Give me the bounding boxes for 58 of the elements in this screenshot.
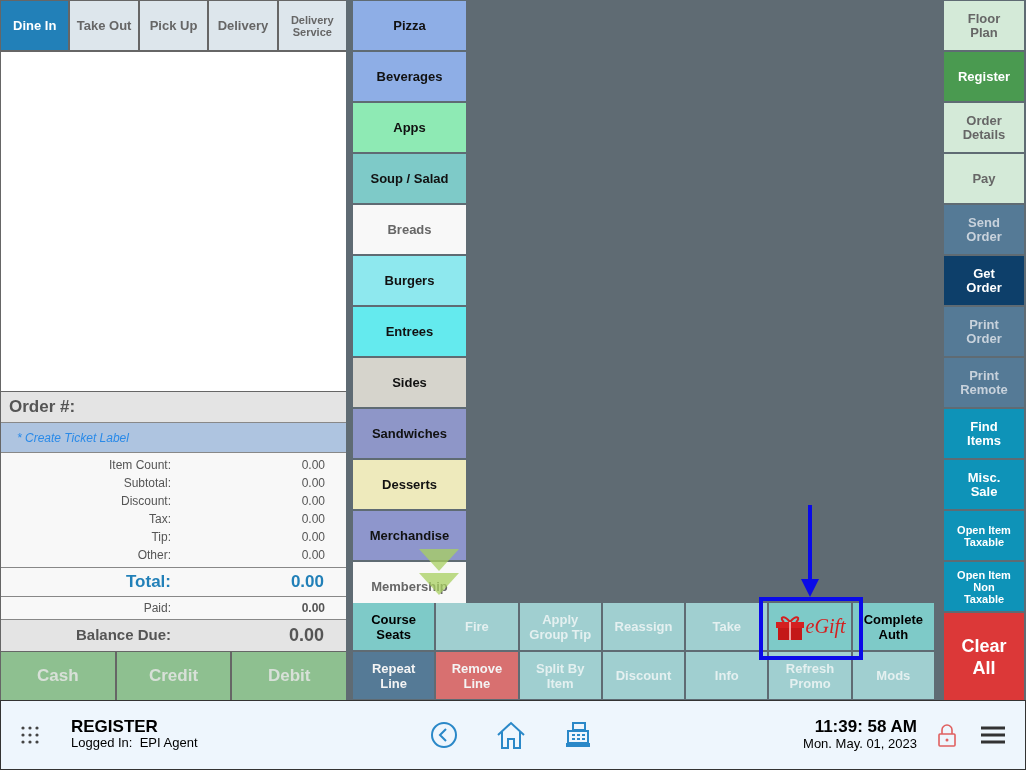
menu-icon[interactable] — [981, 726, 1005, 744]
cash-register-icon[interactable] — [563, 721, 592, 749]
summary-value: 0.00 — [300, 457, 325, 474]
side-button[interactable]: Get Order — [944, 256, 1024, 305]
category-button[interactable]: Breads — [353, 205, 466, 254]
clock-time: 11:39: 58 AM — [814, 718, 917, 735]
category-button[interactable]: Merchandise — [353, 511, 466, 560]
current-date: Mon. May. 01, 2023 — [803, 735, 917, 752]
side-button[interactable]: Misc. Sale — [944, 460, 1024, 509]
summary-value: 0.00 — [300, 475, 325, 492]
order-type-tab[interactable]: Delivery Service — [278, 1, 347, 50]
total-label: Total: — [125, 571, 171, 594]
home-icon[interactable] — [495, 721, 526, 749]
balance-due-label: Balance Due: — [74, 625, 171, 646]
action-button[interactable]: Course Seats — [353, 603, 435, 650]
summary-label: Tip: — [150, 529, 171, 546]
paid-value: 0.00 — [300, 600, 325, 617]
side-button[interactable]: Find Items — [944, 409, 1024, 458]
order-type-tab[interactable]: Pick Up — [139, 1, 208, 50]
category-button[interactable]: Desserts — [353, 460, 466, 509]
summary-value: 0.00 — [300, 511, 325, 528]
category-button[interactable]: Sides — [353, 358, 466, 407]
order-type-tab[interactable]: Delivery — [209, 1, 277, 50]
paid-label: Paid: — [142, 600, 171, 617]
summary-label: Item Count: — [107, 457, 171, 474]
side-button[interactable]: Open Item Non Taxable — [944, 562, 1024, 611]
order-number-label: Order #: — [9, 396, 76, 419]
summary-label: Discount: — [119, 493, 171, 510]
action-button[interactable]: Complete Auth — [852, 603, 934, 650]
screen-title: REGISTER — [71, 719, 159, 735]
side-button[interactable]: Clear All — [944, 613, 1024, 700]
back-icon[interactable] — [429, 721, 458, 749]
order-type-tab[interactable]: Take Out — [70, 1, 138, 50]
category-button[interactable]: Entrees — [353, 307, 466, 356]
category-button[interactable]: Soup / Salad — [353, 154, 466, 203]
summary-label: Other: — [136, 547, 171, 564]
category-button[interactable]: Apps — [353, 103, 466, 152]
order-type-tab[interactable]: Dine In — [1, 1, 69, 50]
logged-in-user: Logged In: EPI Agent — [71, 735, 198, 751]
summary-value: 0.00 — [300, 547, 325, 564]
apps-grid-icon[interactable] — [21, 726, 39, 744]
summary-value: 0.00 — [300, 493, 325, 510]
total-value: 0.00 — [289, 571, 324, 594]
summary-value: 0.00 — [300, 529, 325, 546]
category-button[interactable]: Beverages — [353, 52, 466, 101]
side-button[interactable]: Register — [944, 52, 1024, 101]
summary-label: Subtotal: — [122, 475, 171, 492]
egift-button[interactable]: eGift — [769, 603, 851, 650]
action-button[interactable]: Repeat Line — [353, 652, 435, 699]
action-button[interactable]: Remove Line — [436, 652, 518, 699]
side-button[interactable]: Open Item Taxable — [944, 511, 1024, 560]
summary-label: Tax: — [148, 511, 171, 528]
balance-due-value: 0.00 — [287, 624, 324, 647]
gift-icon — [774, 613, 805, 640]
category-button[interactable]: Sandwiches — [353, 409, 466, 458]
category-button[interactable]: Burgers — [353, 256, 466, 305]
category-button[interactable]: Pizza — [353, 1, 466, 50]
lock-icon[interactable] — [937, 723, 957, 747]
